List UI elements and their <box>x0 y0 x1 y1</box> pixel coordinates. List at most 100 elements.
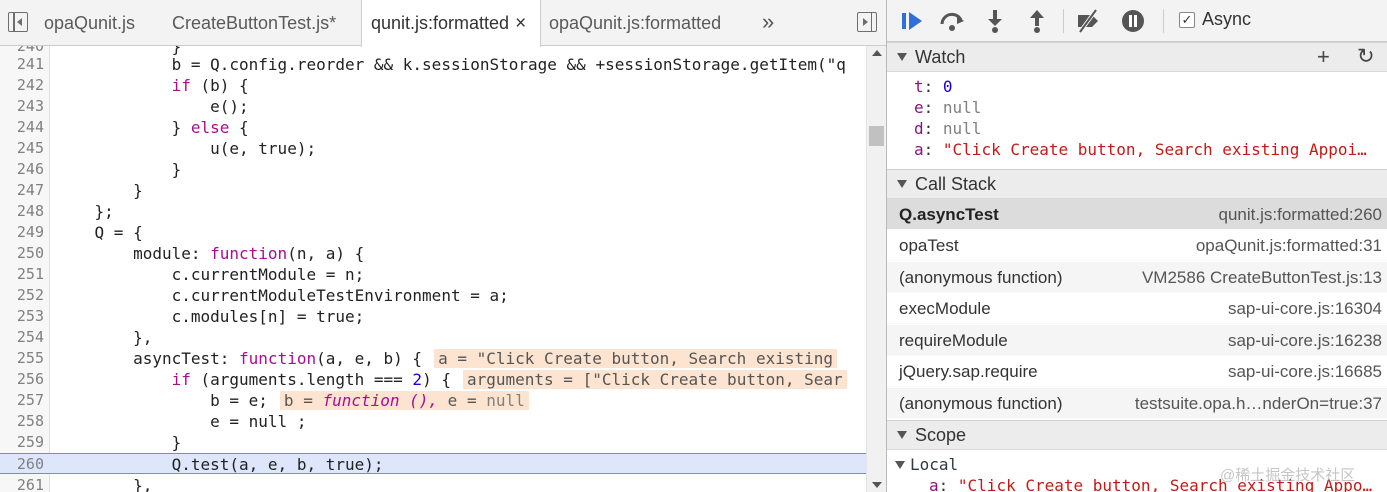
frame-location-link[interactable]: opaQunit.js:formatted:31 <box>1196 230 1382 261</box>
code-line[interactable]: 250 module: function(n, a) { <box>0 243 866 264</box>
scroll-up-icon[interactable] <box>872 50 882 56</box>
watch-item[interactable]: e: null <box>914 97 1384 118</box>
call-stack-section-header[interactable]: Call Stack <box>887 169 1387 199</box>
code-line[interactable]: 244 } else { <box>0 117 866 138</box>
more-tabs-chevron-icon[interactable]: » <box>762 0 774 46</box>
line-number[interactable]: 243 <box>0 96 44 117</box>
expand-triangle-icon <box>897 431 907 439</box>
current-execution-line[interactable]: 260 Q.test(a, e, b, true); <box>0 453 866 474</box>
line-number[interactable]: 251 <box>0 264 44 285</box>
code-line[interactable]: 248 }; <box>0 201 866 222</box>
frame-location-link[interactable]: VM2586 CreateButtonTest.js:13 <box>1142 262 1382 293</box>
watch-name: e <box>914 98 924 117</box>
call-frame[interactable]: opaTest opaQunit.js:formatted:31 <box>887 230 1387 261</box>
async-checkbox[interactable]: ✓ <box>1179 12 1195 28</box>
frame-location-link[interactable]: sap-ui-core.js:16685 <box>1228 356 1382 387</box>
code-line[interactable]: 243 e(); <box>0 96 866 117</box>
code-line[interactable]: 261 }, <box>0 475 866 492</box>
inline-value-text: e = <box>438 391 487 410</box>
scope-local-node[interactable]: Local <box>895 454 958 475</box>
call-frame[interactable]: requireModule sap-ui-core.js:16238 <box>887 325 1387 356</box>
line-number[interactable]: 256 <box>0 369 44 390</box>
code-line[interactable]: 246 } <box>0 159 866 180</box>
line-number[interactable]: 244 <box>0 117 44 138</box>
call-frame[interactable]: Q.asyncTest qunit.js:formatted:260 <box>887 199 1387 230</box>
line-number[interactable]: 245 <box>0 138 44 159</box>
line-number[interactable]: 254 <box>0 327 44 348</box>
line-number[interactable]: 259 <box>0 432 44 453</box>
vertical-scrollbar[interactable] <box>866 46 886 492</box>
code-line[interactable]: 253 c.modules[n] = true; <box>0 306 866 327</box>
call-frame[interactable]: execModule sap-ui-core.js:16304 <box>887 293 1387 324</box>
tab-qunit-formatted[interactable]: qunit.js:formatted × <box>361 0 541 47</box>
watch-section-header[interactable]: Watch + ↻ <box>887 42 1387 72</box>
code-line[interactable]: 257 b = e; b = function (), e = null <box>0 390 866 411</box>
code-line[interactable]: 245 u(e, true); <box>0 138 866 159</box>
inline-value: arguments = ["Click Create button, Sear <box>462 370 847 389</box>
code-line[interactable]: 249 Q = { <box>0 222 866 243</box>
watch-item[interactable]: t: 0 <box>914 76 1384 97</box>
toggle-debugger-sidebar-icon[interactable] <box>857 12 877 32</box>
line-number[interactable]: 253 <box>0 306 44 327</box>
code-text: c.modules[n] = true; <box>56 307 365 326</box>
code-line[interactable]: 252 c.currentModuleTestEnvironment = a; <box>0 285 866 306</box>
line-number[interactable]: 241 <box>0 54 44 75</box>
code-text: } <box>56 181 143 200</box>
add-watch-icon[interactable]: + <box>1317 43 1330 71</box>
refresh-icon[interactable]: ↻ <box>1357 43 1375 71</box>
step-out-icon[interactable] <box>1024 8 1050 34</box>
inline-value: b = function (), e = null <box>279 391 529 410</box>
tab-label: CreateButtonTest.js* <box>172 13 337 33</box>
resume-icon[interactable] <box>899 8 925 34</box>
frame-location-link[interactable]: sap-ui-core.js:16304 <box>1228 293 1382 324</box>
line-number[interactable]: 250 <box>0 243 44 264</box>
code-line[interactable]: 255 asyncTest: function(a, e, b) {a = "C… <box>0 348 866 369</box>
scroll-down-icon[interactable] <box>872 482 882 488</box>
code-line[interactable]: 258 e = null ; <box>0 411 866 432</box>
line-number[interactable]: 258 <box>0 411 44 432</box>
line-number[interactable]: 257 <box>0 390 44 411</box>
code-text: if (arguments.length === 2) {arguments =… <box>56 369 847 390</box>
scope-section-header[interactable]: Scope <box>887 420 1387 450</box>
expand-triangle-icon[interactable] <box>895 461 905 469</box>
line-number[interactable]: 242 <box>0 75 44 96</box>
tab-label: opaQunit.js <box>44 13 136 33</box>
call-frame[interactable]: (anonymous function) testsuite.opa.h…nder… <box>887 388 1387 419</box>
toggle-navigator-icon[interactable] <box>8 12 28 32</box>
frame-location-link[interactable]: sap-ui-core.js:16238 <box>1228 325 1382 356</box>
code-line[interactable]: 256 if (arguments.length === 2) {argumen… <box>0 369 866 390</box>
code-line[interactable]: 259 } <box>0 432 866 453</box>
tab-opaqunit[interactable]: opaQunit.js <box>44 0 135 46</box>
frame-location-link[interactable]: testsuite.opa.h…nderOn=true:37 <box>1135 388 1382 419</box>
line-number[interactable]: 248 <box>0 201 44 222</box>
line-number[interactable]: 260 <box>0 454 44 475</box>
line-number[interactable]: 255 <box>0 348 44 369</box>
close-icon[interactable]: × <box>515 13 526 34</box>
line-number[interactable]: 249 <box>0 222 44 243</box>
code-view[interactable]: 240 } 241 b = Q.config.reorder && k.sess… <box>0 46 866 492</box>
step-into-icon[interactable] <box>982 8 1008 34</box>
tab-createbuttontest[interactable]: CreateButtonTest.js* <box>172 0 336 46</box>
step-over-icon[interactable] <box>939 8 965 34</box>
call-frame[interactable]: (anonymous function) VM2586 CreateButtonT… <box>887 262 1387 293</box>
code-line[interactable]: 247 } <box>0 180 866 201</box>
code-line[interactable]: 242 if (b) { <box>0 75 866 96</box>
line-number[interactable]: 252 <box>0 285 44 306</box>
frame-location-link[interactable]: qunit.js:formatted:260 <box>1219 199 1382 230</box>
code-line[interactable]: 251 c.currentModule = n; <box>0 264 866 285</box>
scope-local-label: Local <box>910 455 959 474</box>
pause-on-exceptions-icon[interactable] <box>1120 8 1146 34</box>
line-number[interactable]: 247 <box>0 180 44 201</box>
code-text: b = e; b = function (), e = null <box>56 390 529 411</box>
call-frame[interactable]: jQuery.sap.require sap-ui-core.js:16685 <box>887 356 1387 387</box>
line-number[interactable]: 261 <box>0 475 44 492</box>
watch-item[interactable]: a: "Click Create button, Search existing… <box>914 139 1384 160</box>
watch-item[interactable]: d: null <box>914 118 1384 139</box>
deactivate-breakpoints-icon[interactable] <box>1075 8 1101 34</box>
scrollbar-thumb[interactable] <box>869 126 884 146</box>
code-line[interactable]: 241 b = Q.config.reorder && k.sessionSto… <box>0 54 866 75</box>
code-text: Q.test(a, e, b, true); <box>56 455 384 474</box>
line-number[interactable]: 246 <box>0 159 44 180</box>
tab-opaqunit-formatted[interactable]: opaQunit.js:formatted <box>549 0 721 46</box>
code-line[interactable]: 254 }, <box>0 327 866 348</box>
